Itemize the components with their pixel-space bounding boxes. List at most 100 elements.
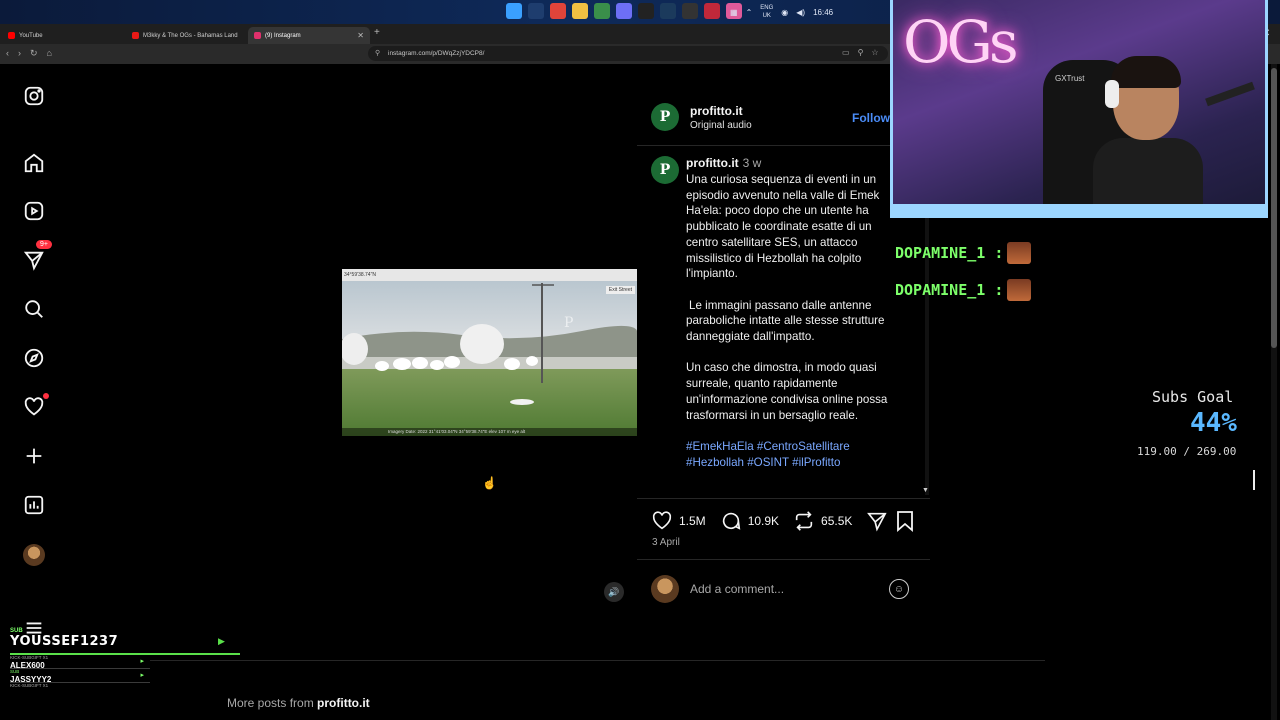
- wifi-icon[interactable]: ◉: [781, 8, 788, 17]
- repost-count: 65.5K: [821, 514, 853, 528]
- more-posts-username[interactable]: profitto.it: [317, 696, 370, 710]
- caption-paragraph: Una curiosa sequenza di eventi in un epi…: [686, 173, 880, 281]
- back-icon[interactable]: ‹: [6, 48, 9, 59]
- messages-icon[interactable]: 9+: [22, 240, 52, 272]
- repost-icon: [795, 511, 813, 531]
- emoji-icon[interactable]: ☺: [889, 579, 909, 599]
- address-tools: ▭ ⚲ ☆: [842, 48, 879, 57]
- follow-button[interactable]: Follow: [852, 111, 890, 125]
- post-date: 3 April: [652, 537, 680, 548]
- search-icon[interactable]: [528, 3, 544, 19]
- instagram-logo-icon[interactable]: [22, 84, 46, 108]
- comment-divider: [637, 559, 930, 560]
- start-icon[interactable]: [506, 3, 522, 19]
- close-tab-icon[interactable]: ✕: [357, 31, 364, 40]
- obs-icon[interactable]: [682, 3, 698, 19]
- tab-kick-stream[interactable]: M3kky & The OGs - Bahamas Land: [126, 27, 244, 44]
- caption-avatar[interactable]: P: [651, 156, 679, 184]
- subs-goal-title: Subs Goal: [1152, 388, 1234, 406]
- arrow-icon: ▸: [140, 658, 144, 665]
- reels-icon[interactable]: [22, 199, 46, 223]
- alert-main-user: YOUSSEF1237: [10, 634, 119, 649]
- mouse-cursor-icon: ☝: [482, 476, 497, 490]
- comment-box: Add a comment... ☺: [651, 575, 913, 603]
- profile-avatar[interactable]: [23, 544, 45, 566]
- chat-message: DOPAMINE_1 :: [895, 279, 1032, 301]
- save-button[interactable]: [895, 510, 915, 537]
- share-action[interactable]: [866, 510, 888, 532]
- forward-icon[interactable]: ›: [18, 48, 21, 59]
- reload-icon[interactable]: ↻: [30, 48, 38, 59]
- grid-icon[interactable]: ▦: [730, 8, 738, 17]
- clock[interactable]: 16:46: [813, 8, 833, 17]
- screen-share-icon[interactable]: ▭: [842, 48, 850, 57]
- microphone-arm: [1205, 81, 1255, 107]
- volume-icon[interactable]: ◀): [796, 8, 805, 17]
- play-icon: ▶: [218, 636, 225, 646]
- comment-input[interactable]: Add a comment...: [690, 582, 784, 596]
- account-username[interactable]: profitto.it: [690, 104, 752, 118]
- tab-instagram[interactable]: (9) Instagram ✕: [248, 27, 370, 44]
- satellite-station-image: P: [342, 281, 637, 436]
- discord-icon[interactable]: [616, 3, 632, 19]
- zoom-icon[interactable]: ⚲: [858, 48, 864, 57]
- scroll-down-icon[interactable]: ▼: [922, 487, 929, 494]
- site-info-icon[interactable]: ⚲: [375, 46, 380, 61]
- tab-youtube[interactable]: YouTube: [2, 27, 49, 44]
- screen: ▦ ⌃ ENG UK ◉ ◀) 16:46 YouTube M3kky & The…: [0, 0, 1280, 720]
- subs-goal-percent: 44%: [1190, 408, 1237, 438]
- heart-icon: [652, 511, 672, 530]
- page-scrollbar[interactable]: [1271, 64, 1277, 720]
- app-red-icon[interactable]: [704, 3, 720, 19]
- like-count: 1.5M: [679, 514, 706, 528]
- map-footer: Imagery Date: 2022 31°41'03.04"N 34°59'3…: [342, 428, 637, 436]
- alert-row: SUB JASSYYY2 ▸: [10, 669, 150, 684]
- arrow-icon: ▸: [140, 672, 144, 679]
- comment-action[interactable]: 10.9K: [720, 510, 779, 532]
- folder-icon[interactable]: [572, 3, 588, 19]
- caption-username[interactable]: profitto.it: [686, 156, 739, 170]
- home-icon[interactable]: ⌂: [47, 48, 52, 59]
- post-caption: P profitto.it 3 w Una curiosa sequenza di…: [651, 156, 913, 469]
- actions-divider: [637, 498, 930, 499]
- section-divider: [150, 660, 1045, 661]
- scrollbar-thumb[interactable]: [1271, 68, 1277, 348]
- url-field[interactable]: ⚲ instagram.com/p/DWqZzjYDCP8/: [368, 46, 888, 61]
- chat-emote: [1007, 242, 1032, 264]
- user-avatar: [651, 575, 679, 603]
- chair-brand: GXTrust: [1055, 74, 1085, 83]
- language-indicator[interactable]: ENG UK: [760, 4, 773, 20]
- steam-icon[interactable]: [660, 3, 676, 19]
- search-icon[interactable]: [22, 297, 46, 321]
- audio-label[interactable]: Original audio: [690, 120, 752, 131]
- bookmark-star-icon[interactable]: ☆: [871, 48, 878, 57]
- like-action[interactable]: 1.5M: [651, 510, 706, 532]
- alert-kick-label: KICK-SUBGIFT X1: [10, 655, 49, 660]
- home-icon[interactable]: [22, 151, 46, 175]
- post-image: P 34°59'38.74"N Exit Street Imagery Date…: [342, 269, 637, 436]
- create-icon[interactable]: [22, 444, 46, 468]
- webcam-frame-bar: [893, 204, 1265, 215]
- new-tab-button[interactable]: +: [374, 27, 380, 38]
- heart-icon[interactable]: [22, 393, 49, 419]
- post-media[interactable]: P 34°59'38.74"N Exit Street Imagery Date…: [342, 91, 637, 615]
- caption-age: 3 w: [742, 156, 762, 170]
- nav-buttons: ‹ › ↻ ⌂: [6, 48, 52, 59]
- repost-action[interactable]: 65.5K: [793, 510, 852, 532]
- comment-count: 10.9K: [747, 514, 780, 528]
- caption-text: Una curiosa sequenza di eventi in un epi…: [686, 172, 898, 486]
- neon-sign: OGs: [903, 8, 1019, 76]
- chrome-icon[interactable]: [594, 3, 610, 19]
- terminal-icon[interactable]: [638, 3, 654, 19]
- explore-icon[interactable]: [22, 346, 46, 370]
- account-avatar[interactable]: P: [651, 103, 679, 131]
- headset: [1105, 80, 1119, 108]
- chat-message: DOPAMINE_1 :: [895, 242, 1032, 264]
- app-icon[interactable]: [550, 3, 566, 19]
- audio-toggle-icon[interactable]: 🔊: [604, 582, 624, 602]
- header-divider: [637, 145, 930, 146]
- chevron-up-icon[interactable]: ⌃: [746, 8, 753, 17]
- insights-icon[interactable]: [22, 493, 46, 517]
- map-toolbar: 34°59'38.74"N: [342, 269, 637, 281]
- caption-hashtags[interactable]: #EmekHaEla #CentroSatellitare #Hezbollah…: [686, 439, 898, 470]
